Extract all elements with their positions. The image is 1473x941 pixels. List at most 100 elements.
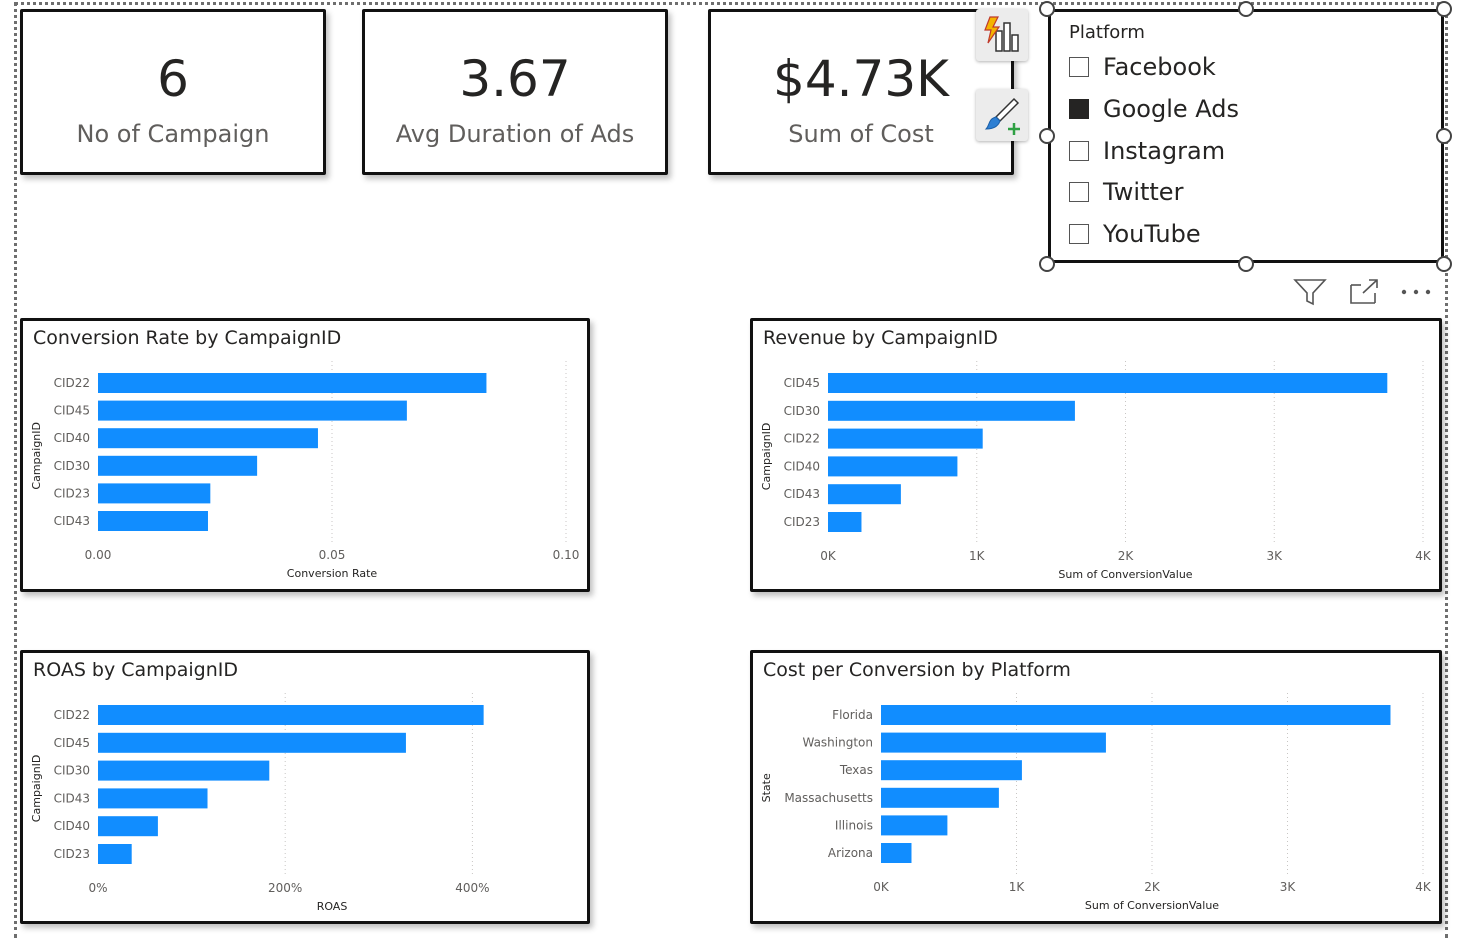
bar[interactable] (98, 455, 258, 476)
bar[interactable] (828, 512, 862, 532)
category-label: CID22 (784, 432, 820, 446)
x-tick-label: 0.05 (319, 548, 346, 562)
x-tick-label: 0.10 (553, 548, 580, 562)
focus-mode-button[interactable] (1342, 272, 1386, 312)
quick-insights-button[interactable] (976, 9, 1028, 61)
category-label: CID22 (54, 708, 90, 722)
resize-handle-middle-right[interactable] (1436, 128, 1452, 144)
category-label: CID43 (784, 487, 820, 501)
bar[interactable] (881, 705, 1391, 725)
roas-chart[interactable]: ROAS by CampaignID 0% 200% 400% CID22 CID45 C… (20, 650, 590, 924)
bar[interactable] (98, 844, 132, 864)
roas-chart-plot: 0% 200% 400% CID22 CID45 CID30 CID43 CID40 CID23… (30, 693, 490, 913)
x-axis-title: Conversion Rate (287, 567, 378, 580)
bar[interactable] (98, 760, 270, 781)
bar[interactable] (98, 816, 158, 837)
cost-per-conversion-chart-plot: 0K 1K 2K 3K 4K Florida Washington Texas Massachu… (760, 693, 1432, 912)
bar[interactable] (828, 456, 958, 477)
resize-handle-top-middle[interactable] (1238, 1, 1254, 17)
filter-icon (1293, 279, 1327, 306)
y-axis-title: CampaignID (30, 755, 43, 823)
x-tick-label: 400% (455, 881, 489, 895)
x-tick-label: 4K (1415, 880, 1432, 894)
slicer-title: Platform (1069, 22, 1145, 43)
kpi-card-no-of-campaign[interactable]: 6 No of Campaign (20, 9, 326, 175)
x-tick-label: 0.00 (85, 548, 112, 562)
slicer-item-label: Twitter (1103, 178, 1184, 206)
more-options-button[interactable] (1396, 272, 1436, 312)
category-label: CID45 (54, 736, 90, 750)
slicer-item-instagram[interactable]: Instagram (1069, 136, 1225, 166)
checkbox[interactable] (1069, 57, 1089, 77)
checkbox-checked[interactable] (1069, 99, 1089, 119)
bar[interactable] (98, 705, 484, 725)
checkbox[interactable] (1069, 182, 1089, 202)
checkbox[interactable] (1069, 224, 1089, 244)
bar[interactable] (828, 373, 1388, 393)
x-tick-label: 4K (1415, 549, 1432, 563)
format-visual-icon (984, 97, 1020, 135)
bar[interactable] (881, 760, 1022, 781)
conversion-rate-chart-plot: 0.00 0.05 0.10 CID22 CID45 CID40 CID30 CID23 CID… (30, 361, 580, 580)
bar[interactable] (98, 400, 407, 421)
category-label: Florida (832, 708, 873, 722)
y-axis-title: CampaignID (30, 422, 43, 490)
slicer-item-label: Instagram (1103, 137, 1226, 165)
revenue-chart[interactable]: Revenue by CampaignID 0K 1K 2K 3K 4K CID45 CID… (750, 318, 1442, 592)
category-label: CID23 (784, 515, 820, 529)
cost-per-conversion-chart[interactable]: Cost per Conversion by Platform 0K 1K 2K 3K… (750, 650, 1442, 924)
resize-handle-top-left[interactable] (1039, 1, 1055, 17)
y-axis-title: CampaignID (760, 423, 773, 491)
slicer-item-google-ads[interactable]: Google Ads (1069, 94, 1239, 124)
bar[interactable] (828, 400, 1075, 421)
slicer-item-label: Facebook (1103, 53, 1216, 81)
category-label: Texas (839, 763, 873, 777)
kpi-label: No of Campaign (76, 120, 270, 148)
bar[interactable] (881, 843, 912, 863)
y-axis-title: State (760, 773, 773, 802)
category-label: Illinois (835, 818, 873, 832)
kpi-card-sum-of-cost[interactable]: $4.73K Sum of Cost (708, 9, 1014, 175)
resize-handle-bottom-right[interactable] (1436, 256, 1452, 272)
resize-handle-top-right[interactable] (1436, 1, 1452, 17)
x-tick-label: 3K (1280, 880, 1297, 894)
filter-button[interactable] (1288, 272, 1332, 312)
bar[interactable] (98, 373, 487, 393)
slicer-item-facebook[interactable]: Facebook (1069, 52, 1216, 82)
platform-slicer[interactable]: Platform Facebook Google Ads Instagram T… (1048, 9, 1444, 263)
resize-handle-bottom-middle[interactable] (1238, 256, 1254, 272)
category-label: CID22 (54, 376, 90, 390)
revenue-chart-plot: 0K 1K 2K 3K 4K CID45 CID30 CID22 CID40 CID43 CID23… (760, 361, 1432, 581)
x-tick-label: 3K (1266, 549, 1283, 563)
bar[interactable] (828, 484, 901, 505)
bar[interactable] (828, 428, 983, 449)
slicer-item-youtube[interactable]: YouTube (1069, 219, 1201, 249)
x-axis-title: ROAS (317, 900, 348, 913)
kpi-card-avg-duration[interactable]: 3.67 Avg Duration of Ads (362, 9, 668, 175)
resize-handle-bottom-left[interactable] (1039, 256, 1055, 272)
format-visual-button[interactable] (976, 89, 1028, 141)
bar[interactable] (881, 787, 999, 808)
bar[interactable] (881, 815, 948, 836)
kpi-value: 3.67 (459, 50, 571, 108)
bar[interactable] (98, 511, 208, 531)
kpi-label: Avg Duration of Ads (395, 120, 635, 148)
checkbox[interactable] (1069, 141, 1089, 161)
slicer-item-twitter[interactable]: Twitter (1069, 177, 1183, 207)
conversion-rate-chart[interactable]: Conversion Rate by CampaignID 0.00 0.05 0.… (20, 318, 590, 592)
x-tick-label: 0K (873, 880, 890, 894)
resize-handle-middle-left[interactable] (1039, 128, 1055, 144)
category-label: CID43 (54, 514, 90, 528)
bar[interactable] (98, 732, 406, 753)
bar[interactable] (98, 428, 318, 449)
bar[interactable] (881, 732, 1106, 753)
category-label: CID40 (54, 431, 90, 445)
category-label: Massachusetts (784, 791, 873, 805)
x-tick-label: 200% (268, 881, 302, 895)
slicer-item-label: YouTube (1103, 220, 1201, 248)
bar[interactable] (98, 483, 211, 504)
slicer-item-label: Google Ads (1103, 95, 1239, 123)
kpi-label: Sum of Cost (788, 120, 934, 148)
category-label: CID23 (54, 847, 90, 861)
bar[interactable] (98, 788, 208, 809)
